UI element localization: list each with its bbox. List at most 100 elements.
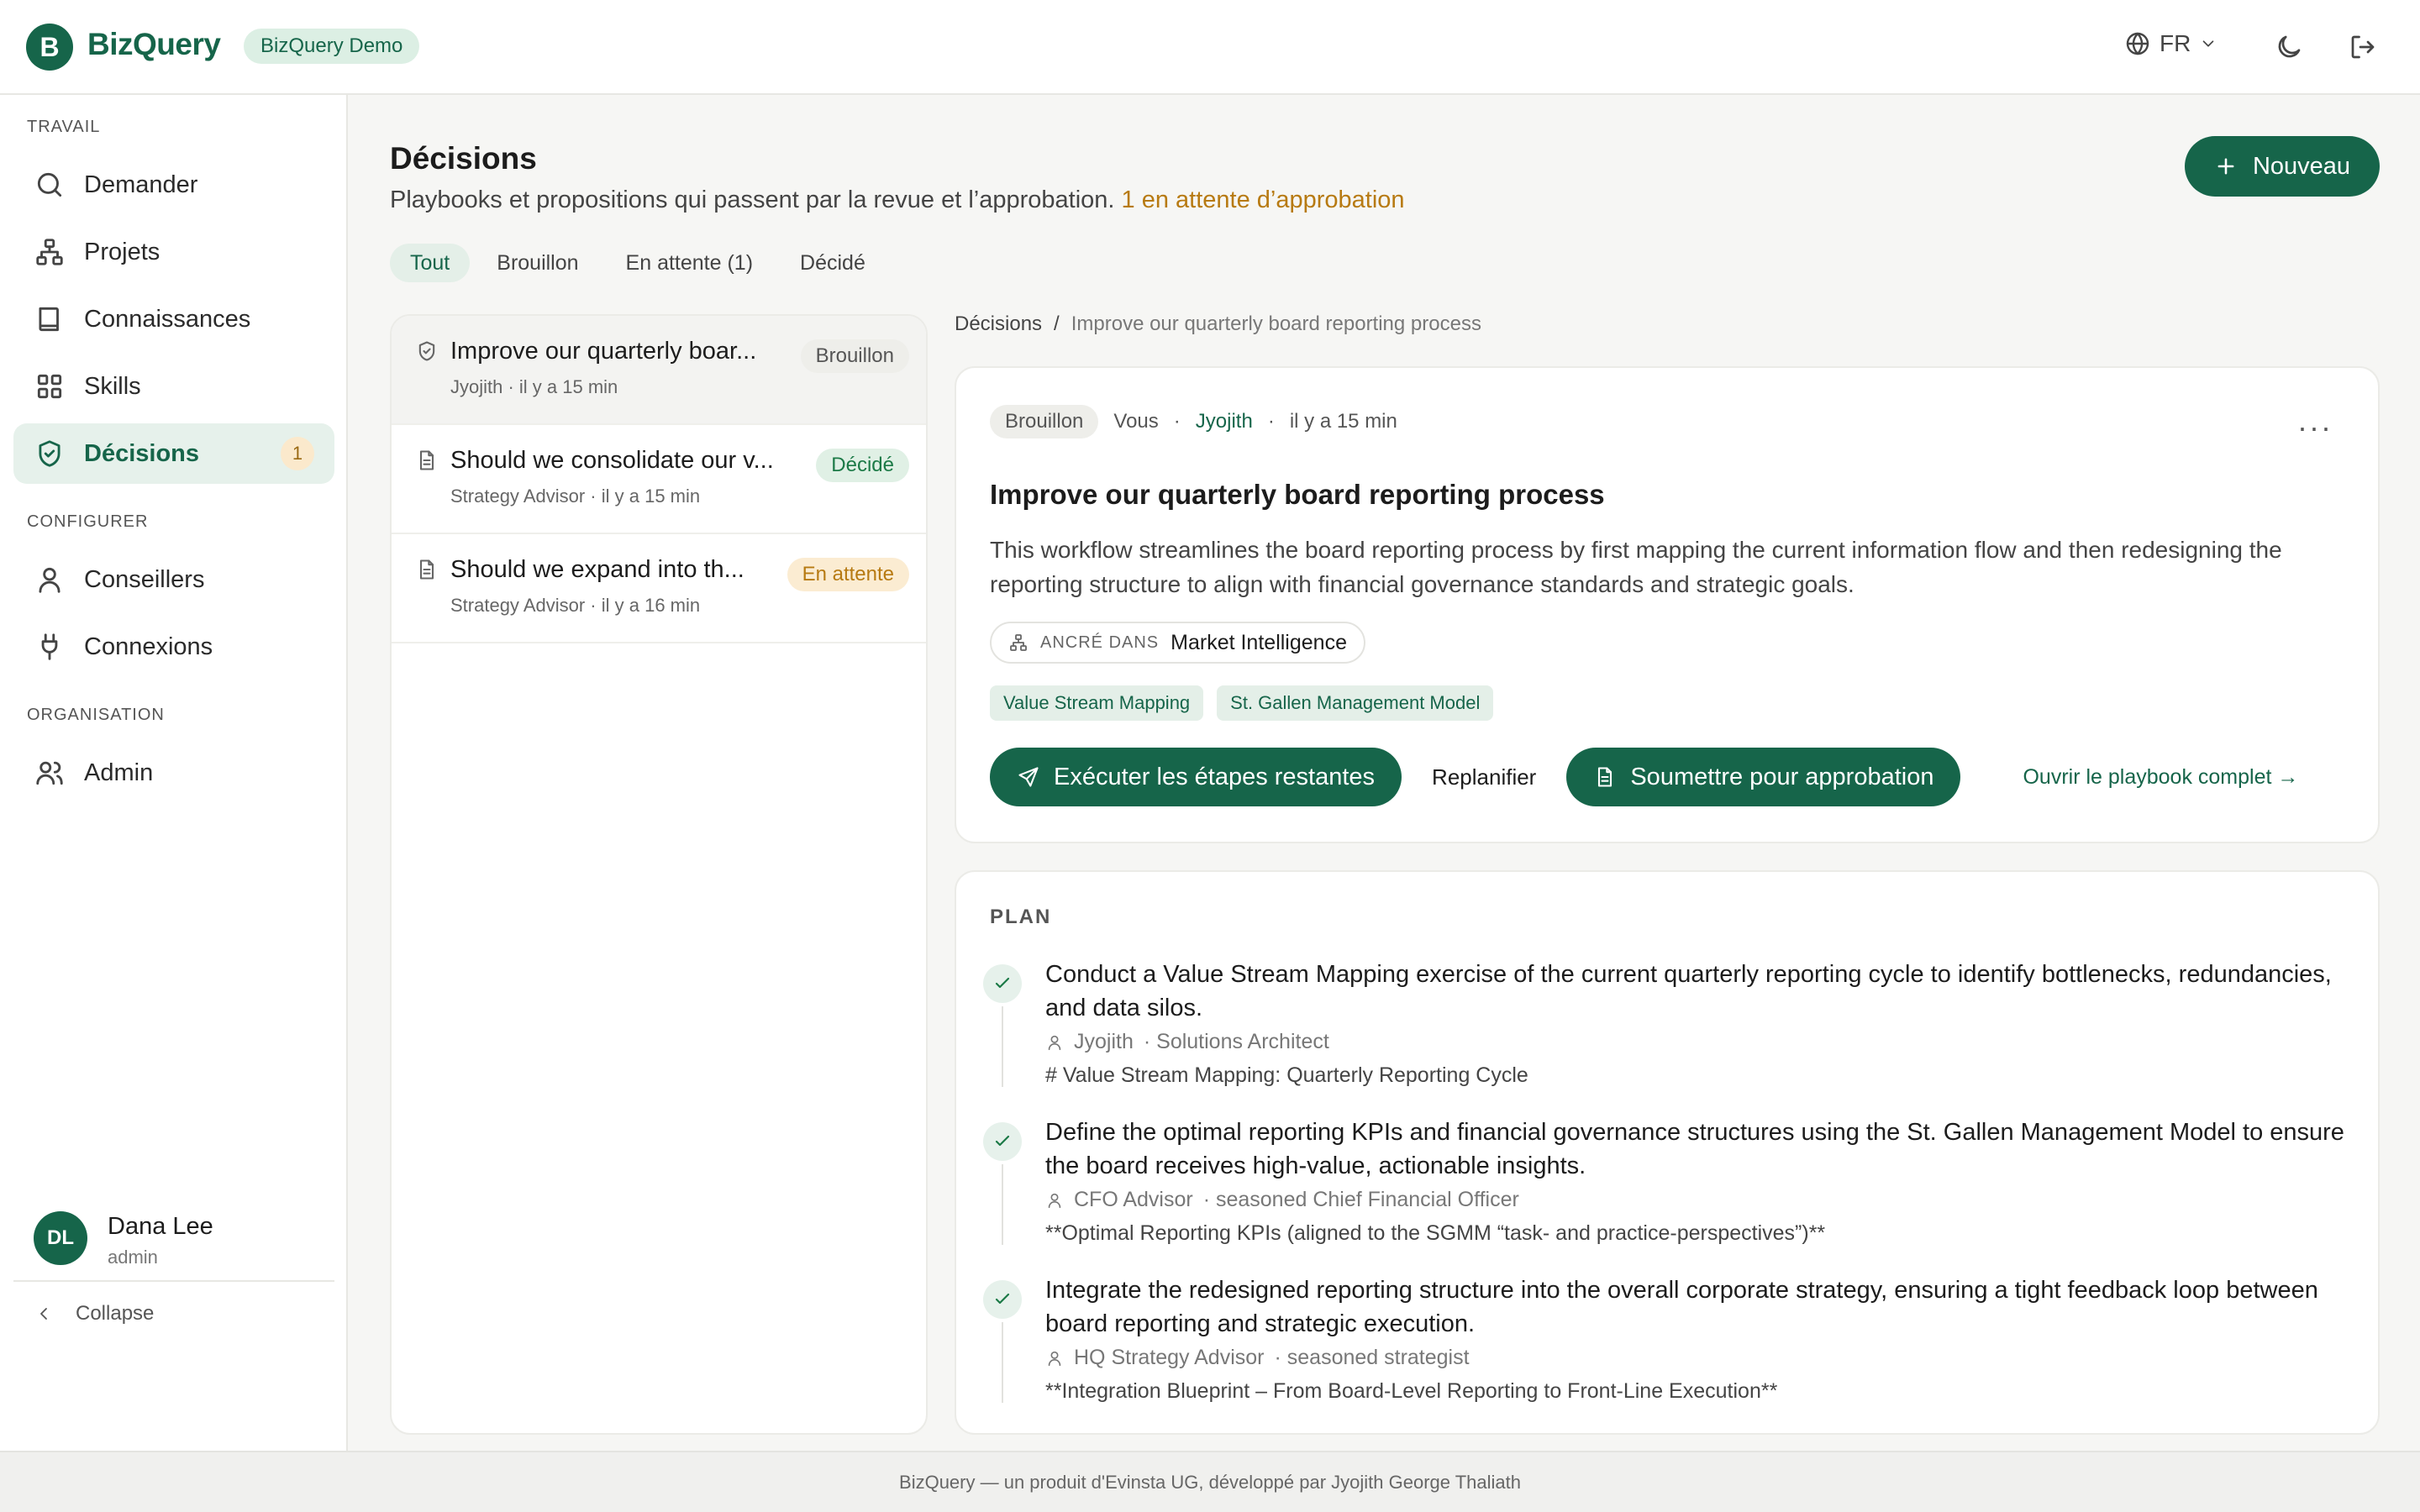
decision-title: Improve our quarterly board reporting pr… [990,479,1605,510]
open-playbook-link[interactable]: Ouvrir le playbook complet → [2023,765,2298,790]
top-bar: B BizQuery BizQuery Demo FR [0,0,2420,95]
sidebar-item-label: Connexions [84,633,213,660]
demo-badge: BizQuery Demo [244,29,420,64]
avatar[interactable]: DL [34,1211,87,1265]
theme-toggle-button[interactable] [2270,29,2307,66]
user-role: admin [108,1247,158,1268]
sidebar-item-admin[interactable]: Admin [13,743,334,803]
sidebar-item-label: Projets [84,238,160,265]
subtitle-text: Playbooks et propositions qui passent pa… [390,186,1115,213]
section-configure: CONFIGURER [27,512,149,531]
step-assignee: HQ Strategy Advisor · seasoned strategis… [1045,1346,1470,1370]
grid-icon [34,370,66,402]
sidebar-item-demander[interactable]: Demander [13,155,334,215]
sidebar-item-decisions[interactable]: Décisions 1 [13,423,334,484]
plan-card: PLAN Conduct a Value Stream Mapping exer… [955,870,2380,1435]
new-decision-button[interactable]: Nouveau [2185,136,2380,197]
framework-chip[interactable]: St. Gallen Management Model [1217,685,1494,721]
dot-separator: · [1173,410,1181,433]
hierarchy-icon [34,236,66,268]
list-item-meta: Strategy Advisor · il y a 16 min [450,595,701,616]
tab-decide[interactable]: Décidé [780,244,886,282]
globe-icon [2124,30,2151,57]
user-icon [1045,1191,1064,1210]
document-icon [415,558,439,581]
detail-actions: Exécuter les étapes restantes Replanifie… [990,748,2298,806]
framework-chips: Value Stream Mapping St. Gallen Manageme… [990,685,1494,721]
chevron-down-icon [2199,34,2217,53]
step-assignee: CFO Advisor · seasoned Chief Financial O… [1045,1188,1519,1212]
sidebar-item-connexions[interactable]: Connexions [13,617,334,677]
plug-icon [34,631,66,663]
breadcrumb-current: Improve our quarterly board reporting pr… [1071,312,1481,335]
more-options-button[interactable]: ··· [2297,410,2333,445]
list-item[interactable]: Improve our quarterly boar... Jyojith · … [392,316,926,425]
anchor-tag[interactable]: ANCRÉ DANS Market Intelligence [990,622,1365,664]
status-badge: Brouillon [800,339,909,373]
dot-separator: · [1267,410,1275,433]
document-icon [415,449,439,472]
document-icon [1593,765,1617,789]
hierarchy-icon [1008,633,1028,653]
shield-check-icon [34,438,66,470]
anchor-label: ANCRÉ DANS [1040,633,1160,652]
step-output: # Value Stream Mapping: Quarterly Report… [1045,1063,1528,1087]
assignee-name: Jyojith [1074,1030,1134,1053]
plus-icon [2214,155,2238,178]
sidebar-item-label: Décisions [84,439,199,467]
sidebar-item-conseillers[interactable]: Conseillers [13,549,334,610]
step-output: **Integration Blueprint – From Board-Lev… [1045,1379,1778,1403]
logo-mark: B [26,24,73,71]
language-selector[interactable]: FR [2124,30,2217,57]
anchor-value: Market Intelligence [1171,630,1347,654]
user-name: Dana Lee [108,1213,213,1240]
sidebar-item-label: Demander [84,171,198,198]
tab-en-attente[interactable]: En attente (1) [606,244,773,282]
sidebar-item-projets[interactable]: Projets [13,222,334,282]
pending-approval-link[interactable]: 1 en attente d’approbation [1122,186,1405,213]
breadcrumb-separator: / [1054,312,1060,335]
step-output: **Optimal Reporting KPIs (aligned to the… [1045,1221,1826,1245]
check-icon [983,1122,1022,1161]
moon-icon [2274,32,2304,62]
breadcrumb: Décisions / Improve our quarterly board … [955,312,1481,336]
assignee-role: · Solutions Architect [1143,1030,1329,1053]
owner-name[interactable]: Jyojith [1196,410,1253,433]
step-text: Conduct a Value Stream Mapping exercise … [1045,961,2332,1021]
send-icon [1017,765,1040,789]
assignee-role: · seasoned strategist [1274,1346,1470,1369]
replan-button[interactable]: Replanifier [1432,764,1536,790]
breadcrumb-root[interactable]: Décisions [955,312,1042,336]
author-label: Vous [1113,410,1159,433]
submit-approval-button[interactable]: Soumettre pour approbation [1566,748,1961,806]
assignee-role: · seasoned Chief Financial Officer [1202,1188,1519,1211]
list-item-title: Should we consolidate our v... [450,447,774,474]
sidebar-item-connaissances[interactable]: Connaissances [13,289,334,349]
user-icon [34,564,66,596]
run-remaining-steps-button[interactable]: Exécuter les étapes restantes [990,748,1402,806]
list-item-title: Should we expand into th... [450,556,744,583]
shield-icon [415,339,439,363]
sidebar-item-label: Connaissances [84,305,251,333]
sidebar-item-skills[interactable]: Skills [13,356,334,417]
detail-status-row: Brouillon Vous · Jyojith · il y a 15 min [990,405,1397,438]
tab-brouillon[interactable]: Brouillon [476,244,598,282]
list-item-title: Improve our quarterly boar... [450,338,757,365]
logout-button[interactable] [2344,29,2381,66]
status-badge: Brouillon [990,405,1099,438]
book-icon [34,303,66,335]
check-icon [983,964,1022,1003]
check-icon [983,1280,1022,1319]
framework-chip[interactable]: Value Stream Mapping [990,685,1204,721]
list-item[interactable]: Should we expand into th... Strategy Adv… [392,534,926,643]
sidebar-item-label: Conseillers [84,565,205,593]
step-assignee: Jyojith · Solutions Architect [1045,1030,1329,1054]
list-item[interactable]: Should we consolidate our v... Strategy … [392,425,926,534]
user-icon [1045,1033,1064,1052]
tab-tout[interactable]: Tout [390,244,471,282]
collapse-label: Collapse [76,1302,155,1325]
language-label: FR [2160,30,2191,56]
collapse-button[interactable]: Collapse [34,1302,154,1326]
assignee-name: CFO Advisor [1074,1188,1193,1211]
users-icon [34,757,66,789]
